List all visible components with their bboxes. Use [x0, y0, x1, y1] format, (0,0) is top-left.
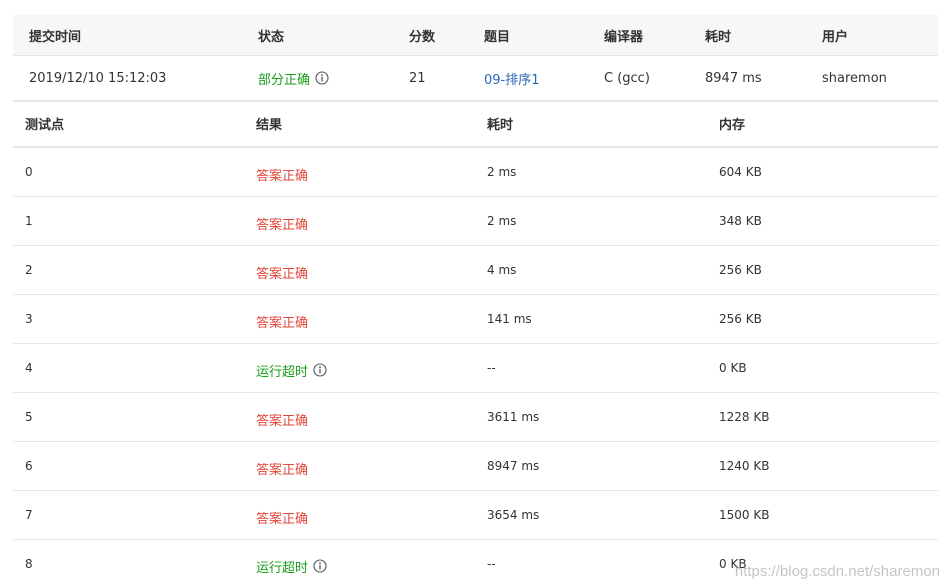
submission-detail-page: 提交时间 状态 分数 题目 编译器 耗时 用户 2019/12/10 15:12…: [0, 0, 950, 588]
test-duration: 2 ms: [487, 214, 517, 228]
header-case-duration: 耗时: [487, 118, 514, 133]
test-memory: 0 KB: [719, 557, 747, 571]
submission-user: sharemon: [822, 70, 887, 86]
test-result: 运行超时: [256, 540, 327, 588]
test-point-id: 5: [25, 410, 33, 424]
test-result: 答案正确: [256, 148, 308, 196]
result-text: 答案正确: [256, 266, 309, 282]
header-submit-time: 提交时间: [29, 29, 82, 45]
test-memory: 348 KB: [719, 214, 762, 228]
test-case-row: 7 答案正确 3654 ms 1500 KB: [13, 491, 938, 540]
test-point-id: 7: [25, 508, 33, 522]
status-text: 部分正确: [258, 72, 311, 88]
problem-link-text[interactable]: 09-排序1: [484, 69, 540, 88]
submission-score: 21: [409, 70, 426, 86]
test-result: 运行超时: [256, 344, 327, 392]
header-user: 用户: [822, 29, 849, 45]
test-result: 答案正确: [256, 246, 308, 294]
test-result: 答案正确: [256, 197, 308, 245]
test-memory: 1228 KB: [719, 410, 770, 424]
test-duration: 8947 ms: [487, 459, 540, 473]
header-compiler: 编译器: [604, 29, 644, 45]
test-case-row: 2 答案正确 4 ms 256 KB: [13, 246, 938, 295]
submission-duration: 8947 ms: [705, 70, 762, 86]
test-case-row: 0 答案正确 2 ms 604 KB: [13, 148, 938, 197]
test-case-row: 3 答案正确 141 ms 256 KB: [13, 295, 938, 344]
test-case-table: 测试点 结果 耗时 内存 0 答案正确 2 ms 604 KB 1 答案正确 2 ms 348…: [13, 101, 938, 588]
test-point-id: 2: [25, 263, 33, 277]
test-case-row: 5 答案正确 3611 ms 1228 KB: [13, 393, 938, 442]
header-result: 结果: [256, 118, 283, 133]
test-memory: 604 KB: [719, 165, 762, 179]
result-text: 运行超时: [256, 560, 309, 576]
info-icon[interactable]: [312, 363, 327, 378]
compiler-name: C (gcc): [604, 70, 650, 86]
result-text: 答案正确: [256, 168, 309, 184]
result-text: 答案正确: [256, 413, 309, 429]
test-duration: --: [487, 557, 496, 571]
test-case-row: 4 运行超时 -- 0 KB: [13, 344, 938, 393]
header-test-point: 测试点: [25, 118, 65, 133]
test-memory: 0 KB: [719, 361, 747, 375]
test-result: 答案正确: [256, 491, 308, 539]
test-case-row: 1 答案正确 2 ms 348 KB: [13, 197, 938, 246]
test-duration: --: [487, 361, 496, 375]
test-point-id: 0: [25, 165, 33, 179]
test-duration: 3611 ms: [487, 410, 540, 424]
header-score: 分数: [409, 29, 436, 45]
info-icon[interactable]: [314, 71, 329, 86]
test-point-id: 4: [25, 361, 33, 375]
info-icon[interactable]: [312, 559, 327, 574]
test-duration: 4 ms: [487, 263, 517, 277]
header-memory: 内存: [719, 118, 746, 133]
test-duration: 2 ms: [487, 165, 517, 179]
result-text: 答案正确: [256, 217, 309, 233]
result-text: 答案正确: [256, 315, 309, 331]
test-memory: 256 KB: [719, 263, 762, 277]
summary-header-row: 提交时间 状态 分数 题目 编译器 耗时 用户: [13, 15, 938, 56]
cases-header-row: 测试点 结果 耗时 内存: [13, 101, 938, 148]
test-result: 答案正确: [256, 442, 308, 490]
result-text: 答案正确: [256, 462, 309, 478]
test-result: 答案正确: [256, 393, 308, 441]
submission-row: 2019/12/10 15:12:03 部分正确 21 09-排序1 C (gc…: [13, 56, 938, 102]
test-point-id: 8: [25, 557, 33, 571]
test-memory: 256 KB: [719, 312, 762, 326]
test-memory: 1500 KB: [719, 508, 770, 522]
result-text: 答案正确: [256, 511, 309, 527]
cases-body: 0 答案正确 2 ms 604 KB 1 答案正确 2 ms 348 KB 2 答案正确 4 ms 2…: [13, 148, 938, 588]
test-result: 答案正确: [256, 295, 308, 343]
header-duration: 耗时: [705, 29, 732, 45]
test-duration: 3654 ms: [487, 508, 540, 522]
submission-summary-table: 提交时间 状态 分数 题目 编译器 耗时 用户 2019/12/10 15:12…: [13, 15, 938, 102]
submit-time: 2019/12/10 15:12:03: [29, 70, 167, 86]
header-problem: 题目: [484, 29, 511, 45]
test-point-id: 3: [25, 312, 33, 326]
test-duration: 141 ms: [487, 312, 532, 326]
header-status: 状态: [258, 29, 285, 45]
problem-link[interactable]: 09-排序1: [484, 56, 540, 100]
test-case-row: 8 运行超时 -- 0 KB: [13, 540, 938, 588]
test-point-id: 1: [25, 214, 33, 228]
test-case-row: 6 答案正确 8947 ms 1240 KB: [13, 442, 938, 491]
submission-status: 部分正确: [258, 56, 329, 100]
test-memory: 1240 KB: [719, 459, 770, 473]
result-text: 运行超时: [256, 364, 309, 380]
test-point-id: 6: [25, 459, 33, 473]
